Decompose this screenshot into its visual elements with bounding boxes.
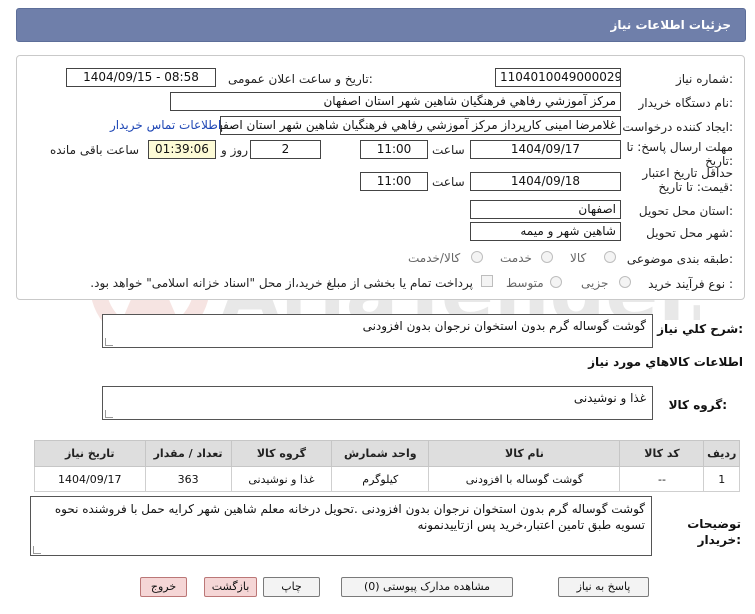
process-option-medium: متوسط (506, 276, 544, 290)
category-option-service: خدمت (500, 251, 532, 265)
deadline-time-field: 11:00 (360, 140, 428, 159)
need-number-field: 1104010049000029 (495, 68, 621, 87)
announce-date-label: تاریخ و ساعت اعلان عمومی: (228, 72, 373, 86)
days-remaining-field: 2 (250, 140, 321, 159)
cell-unit: کیلوگرم (331, 466, 430, 492)
deadline-label: مهلت ارسال پاسخ: تا (626, 140, 733, 154)
remaining-time-field: 01:39:06 (148, 140, 216, 159)
province-field: اصفهان (470, 200, 621, 219)
city-label: شهر محل تحویل: (646, 226, 733, 240)
cell-date: 1404/09/17 (34, 466, 146, 492)
cell-row: 1 (703, 466, 740, 492)
days-label: روز و (221, 143, 248, 157)
col-group: گروه کالا (230, 440, 333, 467)
remaining-time-label: ساعت باقی مانده (50, 143, 140, 157)
goods-group-label: گروه کالا: (668, 398, 727, 412)
notes-label-2: خریدار: (697, 533, 741, 547)
category-radio-goods[interactable] (604, 251, 616, 263)
process-radio-medium[interactable] (550, 276, 562, 288)
summary-label: شرح كلي نياز: (657, 322, 743, 336)
col-qty: تعداد / مقدار (144, 440, 232, 467)
print-button[interactable]: چاپ (263, 577, 320, 597)
summary-text: گوشت گوساله گرم بدون استخوان نرجوان بدون… (362, 319, 646, 333)
col-name: نام کالا (428, 440, 621, 467)
reply-button[interactable]: پاسخ به نیاز (558, 577, 649, 597)
notes-label: توضیحات (687, 517, 741, 531)
items-table: ردیف کد کالا نام کالا واحد شمارش گروه کا… (34, 440, 740, 492)
validity-time-label: ساعت (432, 175, 465, 189)
page-title: جزئیات اطلاعات نیاز (610, 18, 731, 32)
summary-field: گوشت گوساله گرم بدون استخوان نرجوان بدون… (102, 314, 653, 348)
process-label: نوع فرآیند خرید : (648, 277, 733, 291)
validity-time-field: 11:00 (360, 172, 428, 191)
category-radio-goods-service[interactable] (471, 251, 483, 263)
deadline-date-field: 1404/09/17 (470, 140, 621, 159)
col-date: تاریخ نیاز (34, 440, 146, 467)
goods-group-field: غذا و نوشیدنی (102, 386, 653, 420)
province-label: استان محل تحویل: (638, 204, 733, 218)
page-title-bar: جزئیات اطلاعات نیاز (16, 8, 746, 42)
validity-label-2: قیمت: تا تاریخ: (658, 180, 733, 194)
announce-date-field: 1404/09/15 - 08:58 (66, 68, 216, 87)
process-option-minor: جزیی (581, 276, 609, 290)
treasury-checkbox[interactable] (481, 275, 493, 287)
view-attachments-button[interactable]: مشاهده مدارک پیوستی (0) (341, 577, 513, 597)
creator-label: ایجاد کننده درخواست: (622, 120, 733, 134)
category-option-goods-service: کالا/خدمت (408, 251, 461, 265)
resize-grip-icon[interactable] (33, 546, 41, 554)
category-label: طبقه بندی موضوعی: (626, 252, 733, 266)
deadline-time-label: ساعت (432, 143, 465, 157)
buyer-contact-link[interactable]: اطلاعات تماس خریدار (110, 118, 221, 132)
exit-button[interactable]: خروج (140, 577, 187, 597)
notes-text: گوشت گوساله گرم بدون استخوان نرجوان بدون… (54, 502, 645, 532)
notes-field: گوشت گوساله گرم بدون استخوان نرجوان بدون… (30, 496, 652, 556)
validity-date-field: 1404/09/18 (470, 172, 621, 191)
buyer-org-label: نام دستگاه خریدار: (638, 96, 734, 110)
buyer-org-field: مرکز آموزشي رفاهي فرهنگيان شاهين شهر است… (170, 92, 621, 111)
col-unit: واحد شمارش (331, 440, 430, 467)
goods-group-value: غذا و نوشیدنی (573, 391, 646, 405)
table-header-row: ردیف کد کالا نام کالا واحد شمارش گروه کا… (34, 440, 740, 467)
cell-code: -- (619, 466, 705, 492)
city-field: شاهین شهر و میمه (470, 222, 621, 241)
table-row[interactable]: 1 -- گوشت گوساله با افزودنی کیلوگرم غذا … (34, 466, 740, 492)
goods-section-title: اطلاعات كالاهاي مورد نياز (588, 355, 743, 369)
payment-note: پرداخت تمام یا بخشی از مبلغ خرید،از محل … (90, 276, 473, 290)
resize-grip-icon[interactable] (105, 410, 113, 418)
validity-label: حداقل تاریخ اعتبار (642, 166, 733, 180)
back-button[interactable]: بازگشت (204, 577, 257, 597)
category-radio-service[interactable] (541, 251, 553, 263)
process-radio-minor[interactable] (619, 276, 631, 288)
cell-group: غذا و نوشیدنی (230, 466, 333, 492)
category-option-goods: کالا (570, 251, 587, 265)
cell-qty: 363 (144, 466, 232, 492)
col-code: کد کالا (619, 440, 705, 467)
cell-name: گوشت گوساله با افزودنی (428, 466, 621, 492)
need-number-label: شماره نیاز: (675, 72, 733, 86)
col-row: ردیف (703, 440, 740, 467)
creator-field: غلامرضا امینی کارپرداز مرکز آموزشي رفاهي… (220, 116, 621, 135)
resize-grip-icon[interactable] (105, 338, 113, 346)
